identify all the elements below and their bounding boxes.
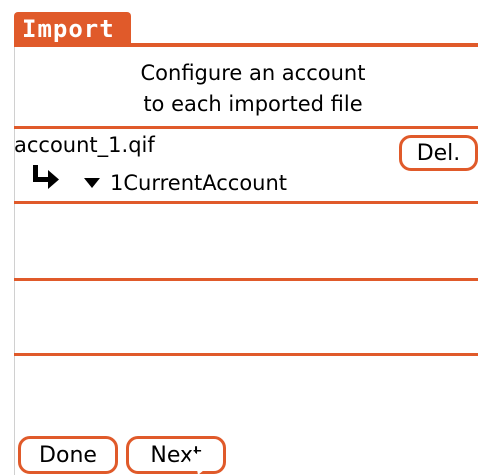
file-row: account_1.qif Del. 1CurrentAccount (14, 130, 478, 200)
done-button[interactable]: Done (18, 436, 118, 474)
instructions-text: Configure an account to each imported fi… (108, 58, 398, 120)
row-divider (14, 201, 478, 204)
chevron-down-icon (84, 178, 100, 188)
window-title: Import (22, 15, 115, 43)
instructions-line-1: Configure an account (140, 61, 366, 85)
row-divider (14, 126, 478, 129)
import-screen: Import Configure an account to each impo… (0, 0, 478, 475)
mouse-pointer-icon (190, 450, 216, 475)
title-divider (14, 43, 478, 47)
account-select[interactable]: 1CurrentAccount (84, 170, 287, 196)
arrow-down-right-icon (33, 165, 59, 189)
instructions-line-2: to each imported file (143, 92, 363, 116)
row-divider (14, 278, 478, 281)
file-name: account_1.qif (14, 133, 155, 157)
row-divider (14, 353, 478, 356)
list-left-border (14, 47, 15, 475)
delete-button[interactable]: Del. (399, 135, 478, 171)
account-select-value: 1CurrentAccount (110, 171, 288, 195)
